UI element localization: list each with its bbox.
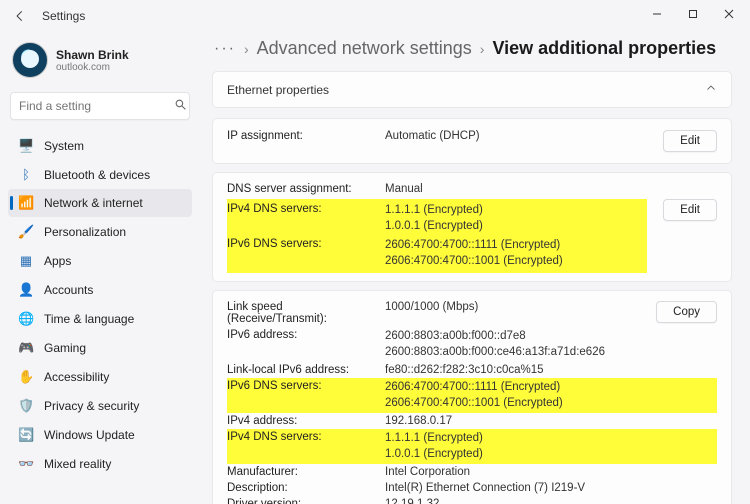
ip-assignment-card: IP assignment: Automatic (DHCP) Edit (212, 118, 732, 164)
nav-icon: ✋ (18, 369, 34, 385)
nav-label: Network & internet (44, 196, 143, 210)
nav-label: Time & language (44, 312, 134, 326)
nav-label: Mixed reality (44, 457, 111, 471)
edit-ip-button[interactable]: Edit (663, 130, 717, 152)
nav-label: Windows Update (44, 428, 135, 442)
nav-icon: 🛡️ (18, 398, 34, 414)
desc-label: Description: (227, 482, 377, 494)
nav-icon: 🔄 (18, 427, 34, 443)
nav-icon: 📶 (18, 195, 34, 211)
account-email: outlook.com (56, 62, 129, 73)
lladdr-label: Link-local IPv6 address: (227, 364, 377, 376)
lladdr-value: fe80::d262:f282:3c10:c0ca%15 (385, 364, 717, 376)
sidebar-item-mixed-reality[interactable]: 👓 Mixed reality (8, 450, 192, 478)
sidebar: Shawn Brink outlook.com 🖥️ System ᛒ Bluetoo… (0, 32, 200, 504)
ipv6-dns-value: 2606:4700:4700::1111 (Encrypted) 2606:47… (385, 238, 647, 269)
sidebar-item-windows-update[interactable]: 🔄 Windows Update (8, 421, 192, 449)
details-card: Link speed (Receive/Transmit): 1000/1000… (212, 290, 732, 504)
close-button[interactable] (712, 2, 746, 26)
maximize-button[interactable] (676, 2, 710, 26)
account-block[interactable]: Shawn Brink outlook.com (12, 42, 188, 78)
nav-icon: 👤 (18, 282, 34, 298)
sidebar-item-time-language[interactable]: 🌐 Time & language (8, 305, 192, 333)
sidebar-item-bluetooth-devices[interactable]: ᛒ Bluetooth & devices (8, 161, 192, 188)
nav: 🖥️ System ᛒ Bluetooth & devices 📶 Network & i… (8, 132, 192, 478)
mfr-label: Manufacturer: (227, 466, 377, 478)
ipv4-dns-label: IPv4 DNS servers: (227, 203, 377, 215)
nav-label: System (44, 139, 84, 153)
ip-assignment-value: Automatic (DHCP) (385, 130, 655, 142)
breadcrumb-more[interactable]: ··· (214, 40, 236, 58)
nav-label: Bluetooth & devices (44, 168, 150, 182)
chevron-up-icon (705, 82, 717, 97)
mfr-value: Intel Corporation (385, 466, 717, 478)
nav-label: Accessibility (44, 370, 109, 384)
ip-assignment-label: IP assignment: (227, 130, 377, 142)
nav-icon: 🎮 (18, 340, 34, 356)
ipv4addr-value: 192.168.0.17 (385, 415, 717, 427)
nav-icon: 👓 (18, 456, 34, 472)
sidebar-item-accessibility[interactable]: ✋ Accessibility (8, 363, 192, 391)
ethernet-properties-card[interactable]: Ethernet properties (212, 71, 732, 108)
desc-value: Intel(R) Ethernet Connection (7) I219-V (385, 482, 717, 494)
card-title: Ethernet properties (227, 83, 329, 97)
ipv6dns2-label: IPv6 DNS servers: (227, 380, 377, 392)
sidebar-item-apps[interactable]: ▦ Apps (8, 247, 192, 275)
titlebar: Settings (0, 0, 750, 32)
nav-icon: 🌐 (18, 311, 34, 327)
linkspeed-label: Link speed (Receive/Transmit): (227, 301, 377, 325)
drv-value: 12.19.1.32 (385, 498, 717, 504)
edit-dns-button[interactable]: Edit (663, 199, 717, 221)
nav-label: Apps (44, 254, 71, 268)
copy-button[interactable]: Copy (656, 301, 717, 323)
dns-card: DNS server assignment: Manual Edit IPv4 … (212, 172, 732, 282)
linkspeed-value: 1000/1000 (Mbps) (385, 301, 648, 313)
account-name: Shawn Brink (56, 48, 129, 62)
back-button[interactable] (8, 4, 32, 28)
ipv4dns2-value: 1.1.1.1 (Encrypted) 1.0.0.1 (Encrypted) (385, 431, 717, 462)
ipv6-dns-label: IPv6 DNS servers: (227, 238, 377, 250)
breadcrumb-current: View additional properties (492, 38, 716, 59)
ipv6addr-value: 2600:8803:a00b:f000::d7e8 2600:8803:a00b… (385, 329, 717, 360)
chevron-right-icon: › (244, 41, 249, 57)
ipv6addr-label: IPv6 address: (227, 329, 377, 341)
nav-label: Personalization (44, 225, 126, 239)
ipv6dns2-value: 2606:4700:4700::1111 (Encrypted) 2606:47… (385, 380, 717, 411)
nav-icon: ▦ (18, 253, 34, 269)
drv-label: Driver version: (227, 498, 377, 504)
main-content: ··· › Advanced network settings › View a… (200, 32, 750, 504)
dns-assign-value: Manual (385, 183, 655, 195)
search-icon (174, 98, 187, 114)
ipv4addr-label: IPv4 address: (227, 415, 377, 427)
sidebar-item-personalization[interactable]: 🖌️ Personalization (8, 218, 192, 246)
sidebar-item-gaming[interactable]: 🎮 Gaming (8, 334, 192, 362)
search-input[interactable] (19, 99, 174, 113)
nav-icon: 🖥️ (18, 138, 34, 154)
breadcrumb: ··· › Advanced network settings › View a… (214, 38, 732, 59)
sidebar-item-system[interactable]: 🖥️ System (8, 132, 192, 160)
nav-label: Gaming (44, 341, 86, 355)
dns-assign-label: DNS server assignment: (227, 183, 377, 195)
nav-icon: ᛒ (18, 167, 34, 182)
sidebar-item-network-internet[interactable]: 📶 Network & internet (8, 189, 192, 217)
nav-label: Accounts (44, 283, 93, 297)
nav-label: Privacy & security (44, 399, 139, 413)
window-title: Settings (42, 9, 85, 23)
avatar (12, 42, 48, 78)
search-input-wrap[interactable] (10, 92, 190, 120)
ipv4-dns-value: 1.1.1.1 (Encrypted) 1.0.0.1 (Encrypted) (385, 203, 647, 234)
sidebar-item-privacy-security[interactable]: 🛡️ Privacy & security (8, 392, 192, 420)
nav-icon: 🖌️ (18, 224, 34, 240)
chevron-right-icon: › (480, 41, 485, 57)
sidebar-item-accounts[interactable]: 👤 Accounts (8, 276, 192, 304)
breadcrumb-parent[interactable]: Advanced network settings (257, 38, 472, 59)
ipv4dns2-label: IPv4 DNS servers: (227, 431, 377, 443)
minimize-button[interactable] (640, 2, 674, 26)
